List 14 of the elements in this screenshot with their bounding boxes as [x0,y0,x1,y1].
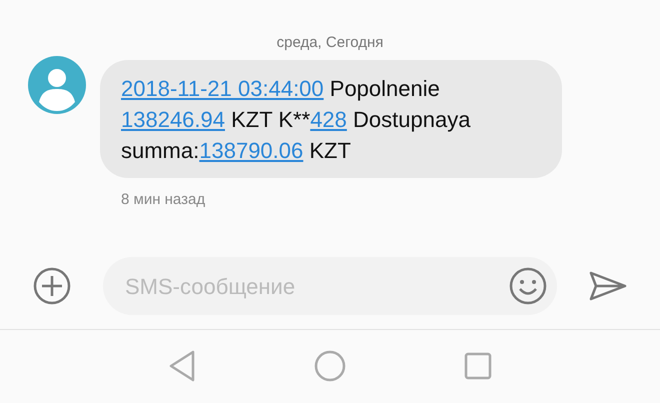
date-header: среда, Сегодня [276,33,384,53]
back-icon[interactable] [168,350,196,382]
avatar-icon [28,56,86,114]
message-time: 8 мин назад [121,191,206,208]
message-link[interactable]: 138246.94 [121,107,225,132]
message-link[interactable]: 138790.06 [199,138,304,163]
message-text: 2018-11-21 03:44:00 Popolnenie 138246.94 KZT K**428 Dostupnaya summa:138790.06 KZT [121,75,472,165]
recents-icon[interactable] [464,352,492,380]
emoji-icon[interactable] [509,267,547,305]
message-link[interactable]: 2018-11-21 03:44:00 [121,76,324,101]
send-icon[interactable] [589,271,627,301]
home-icon[interactable] [314,350,346,382]
message-link[interactable]: 428 [310,107,347,132]
add-icon[interactable] [33,267,71,305]
